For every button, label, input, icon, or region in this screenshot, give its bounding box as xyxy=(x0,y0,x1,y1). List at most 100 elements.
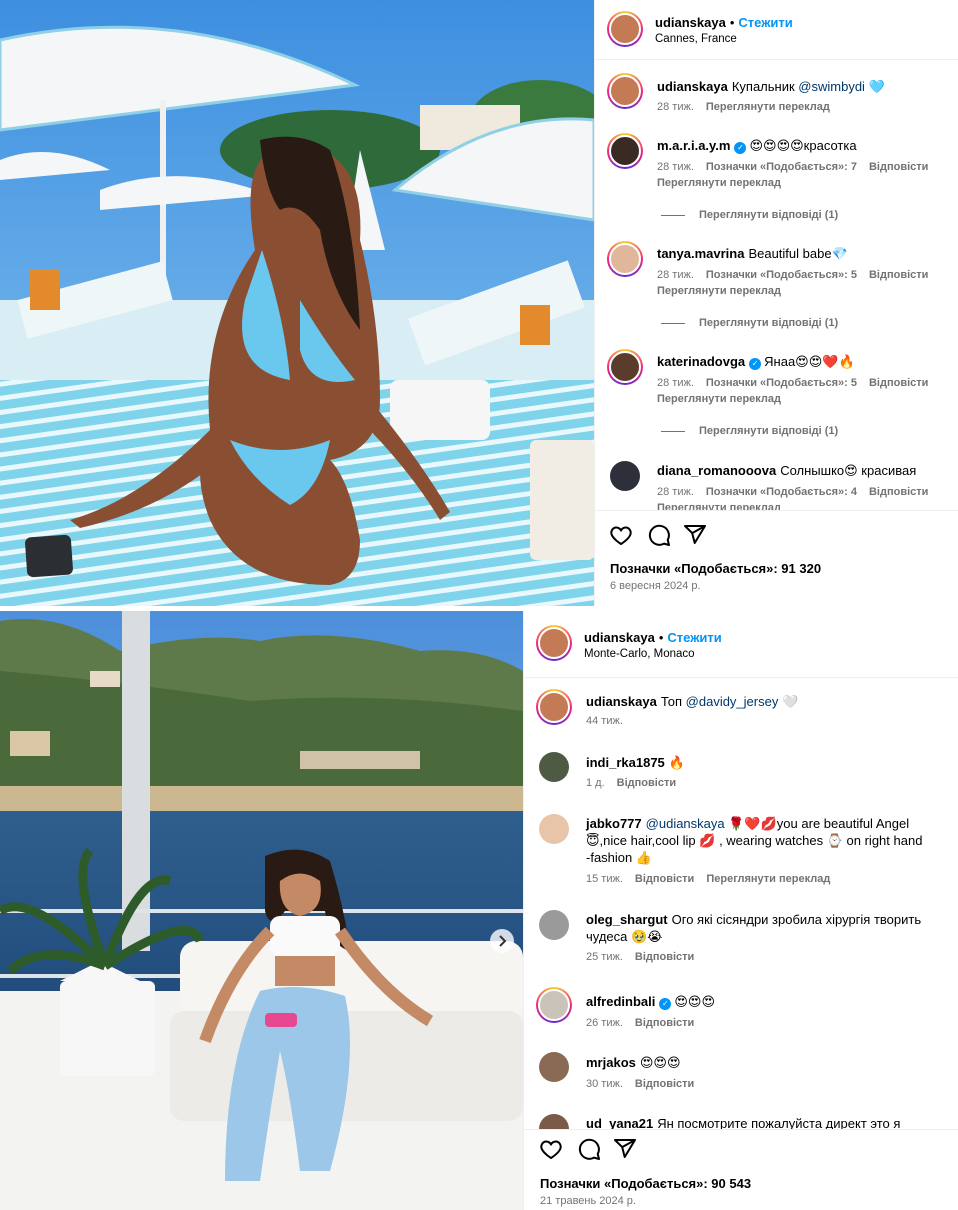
comment: alfredinbali ✓ 😍😍😍 26 тиж. Відповісти xyxy=(524,987,958,1037)
commenter-username[interactable]: tanya.mavrina xyxy=(657,246,744,261)
reply-button[interactable]: Відповісти xyxy=(617,777,676,789)
comment-likes-count[interactable]: Позначки «Подобається»: 5 xyxy=(706,269,857,281)
commenter-avatar[interactable] xyxy=(539,814,569,844)
view-replies-button[interactable]: Переглянути відповіді (1) xyxy=(661,317,838,329)
caption-mention[interactable]: @davidy_jersey xyxy=(686,694,779,709)
share-icon[interactable] xyxy=(613,1137,637,1161)
post-2-header: udianskaya • Стежити Monte-Carlo, Monaco xyxy=(524,611,958,678)
post-1: udianskaya • Стежити Cannes, France udians… xyxy=(0,0,958,606)
commenter-avatar[interactable] xyxy=(539,1052,569,1082)
reply-button[interactable]: Відповісти xyxy=(869,161,928,173)
comment: katerinadovga ✓ Янаа😍😍❤️🔥 28 тиж. Позначки … xyxy=(595,347,958,447)
likes-count[interactable]: Позначки «Подобається»: 91 320 xyxy=(610,561,821,576)
commenter-avatar[interactable] xyxy=(536,987,572,1023)
follow-button[interactable]: Стежити xyxy=(738,15,792,30)
commenter-username[interactable]: jabko777 xyxy=(586,816,642,831)
post-date: 21 травень 2024 р. xyxy=(540,1195,636,1207)
heart-icon[interactable] xyxy=(539,1137,563,1161)
author-username[interactable]: udianskaya xyxy=(584,630,655,645)
comment-text-line: -fashion 👍 xyxy=(586,850,653,865)
commenter-avatar[interactable] xyxy=(539,752,569,782)
comment-time: 28 тиж. xyxy=(657,377,694,389)
caption-username[interactable]: udianskaya xyxy=(586,694,657,709)
commenter-username[interactable]: m.a.r.i.a.y.m xyxy=(657,138,730,153)
separator-dot: • xyxy=(729,15,735,30)
reply-button[interactable]: Відповісти xyxy=(869,269,928,281)
next-arrow-icon[interactable] xyxy=(490,929,514,953)
caption-avatar[interactable] xyxy=(607,73,643,109)
post-1-actions: Позначки «Подобається»: 91 320 6 вересня… xyxy=(595,510,958,606)
beach-photo xyxy=(0,0,594,606)
view-replies-button[interactable]: Переглянути відповіді (1) xyxy=(661,209,838,221)
comment-likes-count[interactable]: Позначки «Подобається»: 7 xyxy=(706,161,857,173)
comment-text-line: чудеса 🥹😭 xyxy=(586,929,663,944)
post-1-photo[interactable] xyxy=(0,0,594,606)
comment-mention[interactable]: @udianskaya xyxy=(646,816,725,831)
caption: udianskaya Купальник @swimbydi 🩵 28 тиж. П… xyxy=(595,71,958,125)
comment-text: Янаа😍😍❤️🔥 xyxy=(764,354,855,369)
view-replies-button[interactable]: Переглянути відповіді (1) xyxy=(661,425,838,437)
commenter-avatar[interactable] xyxy=(607,133,643,169)
translate-link[interactable]: Переглянути переклад xyxy=(706,101,830,113)
comment-text: Солнышко😍 красивая xyxy=(780,463,917,478)
post-1-comments[interactable]: udianskaya Купальник @swimbydi 🩵 28 тиж. П… xyxy=(595,61,958,511)
follow-button[interactable]: Стежити xyxy=(667,630,721,645)
commenter-avatar[interactable] xyxy=(607,349,643,385)
commenter-username[interactable]: ud_yana21 xyxy=(586,1116,653,1129)
commenter-username[interactable]: alfredinbali xyxy=(586,994,655,1009)
commenter-username[interactable]: indi_rka1875 xyxy=(586,755,665,770)
author-avatar[interactable] xyxy=(536,625,572,661)
commenter-avatar[interactable] xyxy=(610,461,640,491)
caption-avatar[interactable] xyxy=(536,689,572,725)
comment: ud_yana21 Ян посмотрите пожалуйста директ… xyxy=(524,1111,958,1129)
comment-text: 🔥 xyxy=(668,755,685,770)
post-2-photo[interactable] xyxy=(0,611,523,1210)
translate-link[interactable]: Переглянути переклад xyxy=(657,393,781,405)
post-2-comments[interactable]: udianskaya Топ @davidy_jersey 🤍 44 тиж. i… xyxy=(524,679,958,1129)
reply-button[interactable]: Відповісти xyxy=(869,486,928,498)
post-location[interactable]: Cannes, France xyxy=(655,33,737,45)
comment-time: 15 тиж. xyxy=(586,873,623,885)
likes-count[interactable]: Позначки «Подобається»: 90 543 xyxy=(540,1176,751,1191)
comment-time: 26 тиж. xyxy=(586,1017,623,1029)
commenter-avatar[interactable] xyxy=(607,241,643,277)
reply-button[interactable]: Відповісти xyxy=(635,1078,694,1090)
comment: tanya.mavrina Beautiful babe💎 28 тиж. Позн… xyxy=(595,239,958,339)
comment-icon[interactable] xyxy=(647,523,671,547)
reply-button[interactable]: Відповісти xyxy=(869,377,928,389)
commenter-username[interactable]: diana_romanooova xyxy=(657,463,776,478)
translate-link[interactable]: Переглянути переклад xyxy=(706,873,830,885)
commenter-avatar[interactable] xyxy=(539,910,569,940)
commenter-username[interactable]: mrjakos xyxy=(586,1055,636,1070)
translate-link[interactable]: Переглянути переклад xyxy=(657,177,781,189)
verified-badge-icon: ✓ xyxy=(659,998,672,1010)
comment: indi_rka1875 🔥 1 д. Відповісти xyxy=(524,749,958,799)
comment: jabko777 @udianskaya 🌹❤️💋you are beautifu… xyxy=(524,811,958,891)
comment-time: 28 тиж. xyxy=(657,486,694,498)
caption-emoji: 🩵 xyxy=(868,79,885,94)
comment-likes-count[interactable]: Позначки «Подобається»: 4 xyxy=(706,486,857,498)
comment-icon[interactable] xyxy=(577,1137,601,1161)
commenter-avatar[interactable] xyxy=(539,1114,569,1129)
translate-link[interactable]: Переглянути переклад xyxy=(657,285,781,297)
caption-mention[interactable]: @swimbydi xyxy=(798,79,865,94)
author-username[interactable]: udianskaya xyxy=(655,15,726,30)
comment-text-line: 😇,nice hair,cool lip 💋 , wearing watches… xyxy=(586,833,923,848)
caption-username[interactable]: udianskaya xyxy=(657,79,728,94)
reply-button[interactable]: Відповісти xyxy=(635,873,694,885)
commenter-username[interactable]: oleg_shargut xyxy=(586,912,668,927)
reply-button[interactable]: Відповісти xyxy=(635,1017,694,1029)
comment-text: 😍😍😍😍красотка xyxy=(749,138,857,153)
author-avatar[interactable] xyxy=(607,11,643,47)
yacht-photo xyxy=(0,611,523,1210)
comment-time: 1 д. xyxy=(586,777,605,789)
heart-icon[interactable] xyxy=(609,523,633,547)
caption-time: 44 тиж. xyxy=(586,715,623,727)
caption: udianskaya Топ @davidy_jersey 🤍 44 тиж. xyxy=(524,687,958,737)
post-location[interactable]: Monte-Carlo, Monaco xyxy=(584,648,695,660)
commenter-username[interactable]: katerinadovga xyxy=(657,354,745,369)
comment-likes-count[interactable]: Позначки «Подобається»: 5 xyxy=(706,377,857,389)
reply-button[interactable]: Відповісти xyxy=(635,951,694,963)
share-icon[interactable] xyxy=(683,523,707,547)
caption-emoji: 🤍 xyxy=(781,694,799,709)
